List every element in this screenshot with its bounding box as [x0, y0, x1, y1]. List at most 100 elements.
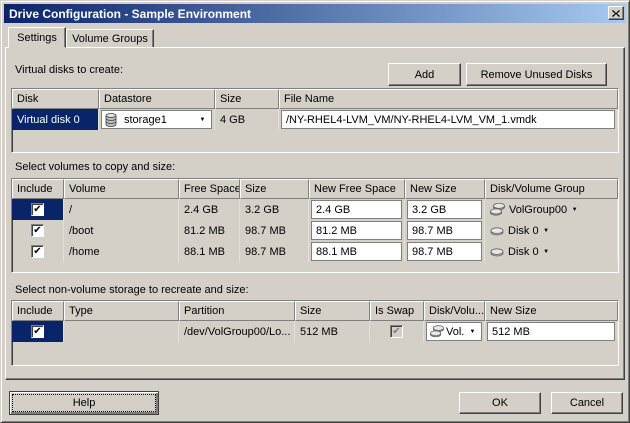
file-name-input[interactable]: /NY-RHEL4-LVM_VM/NY-RHEL4-LVM_VM_1.vmdk — [281, 110, 615, 129]
new-size-input[interactable]: 98.7 MB — [407, 242, 482, 261]
new-size-cell: 98.7 MB — [405, 220, 485, 241]
virtual-disks-header: Disk Datastore Size File Name — [12, 89, 618, 109]
table-row[interactable]: ✔ / 2.4 GB 3.2 GB 2.4 GB 3.2 GB VolGroup… — [12, 199, 618, 220]
include-cell: ✔ — [12, 199, 64, 220]
is-swap-checkbox: ✔ — [390, 325, 403, 338]
new-free-space-cell: 2.4 GB — [309, 199, 405, 220]
non-volume-header: Include Type Partition Size Is Swap Disk… — [12, 301, 618, 321]
column-header-volume: Volume — [64, 179, 179, 199]
help-button-label: Help — [73, 397, 96, 409]
tab-settings[interactable]: Settings — [8, 27, 66, 48]
ok-button-label: OK — [492, 397, 508, 409]
type-cell — [64, 321, 179, 342]
disk-volume-group-value: Disk 0 — [508, 246, 539, 258]
column-header-size: Size — [295, 301, 370, 321]
new-free-space-cell: 88.1 MB — [309, 241, 405, 262]
table-row[interactable]: ✔ /home 88.1 MB 98.7 MB 88.1 MB 98.7 MB … — [12, 241, 618, 262]
file-name-cell: /NY-RHEL4-LVM_VM/NY-RHEL4-LVM_VM_1.vmdk — [279, 109, 618, 130]
volume-cell: /home — [64, 241, 179, 262]
disk-volume-group-cell: Vol... ▼ — [424, 321, 485, 342]
include-cell: ✔ — [12, 241, 64, 262]
include-checkbox[interactable]: ✔ — [31, 224, 44, 237]
size-cell: 98.7 MB — [240, 220, 309, 241]
free-space-cell: 88.1 MB — [179, 241, 240, 262]
drive-configuration-dialog: Drive Configuration - Sample Environment… — [0, 0, 630, 423]
tab-volume-groups-label: Volume Groups — [72, 33, 148, 45]
ok-button[interactable]: OK — [459, 392, 541, 414]
add-button[interactable]: Add — [388, 63, 461, 86]
help-button[interactable]: Help — [9, 391, 159, 415]
virtual-disks-table: Disk Datastore Size File Name Virtual di… — [11, 88, 619, 153]
column-header-new-free-space: New Free Space — [309, 179, 405, 199]
column-header-file-name: File Name — [279, 89, 618, 109]
new-size-cell: 3.2 GB — [405, 199, 485, 220]
column-header-size: Size — [240, 179, 309, 199]
column-header-free-space: Free Space — [179, 179, 240, 199]
column-header-disk: Disk — [12, 89, 99, 109]
size-cell: 3.2 GB — [240, 199, 309, 220]
disk-volume-group-cell: Disk 0 ▼ — [485, 241, 618, 262]
close-button[interactable] — [608, 6, 624, 20]
remove-unused-disks-button[interactable]: Remove Unused Disks — [466, 63, 607, 86]
column-header-partition: Partition — [179, 301, 295, 321]
table-row[interactable]: ✔ /boot 81.2 MB 98.7 MB 81.2 MB 98.7 MB … — [12, 220, 618, 241]
virtual-disks-label: Virtual disks to create: — [15, 64, 123, 76]
close-icon — [612, 10, 620, 17]
volume-cell: / — [64, 199, 179, 220]
volumes-table: Include Volume Free Space Size New Free … — [11, 178, 619, 273]
include-cell: ✔ — [12, 321, 64, 342]
table-row[interactable]: Virtual disk 0 storage1 ▼ 4 GB /NY-RHEL4… — [12, 109, 618, 130]
disk-icon — [490, 226, 504, 236]
new-size-input[interactable]: 3.2 GB — [407, 200, 482, 219]
new-size-input[interactable]: 98.7 MB — [407, 221, 482, 240]
non-volume-label: Select non-volume storage to recreate an… — [15, 284, 249, 296]
is-swap-cell: ✔ — [370, 321, 424, 342]
free-space-cell: 2.4 GB — [179, 199, 240, 220]
window-title: Drive Configuration - Sample Environment — [9, 7, 251, 21]
column-header-include: Include — [12, 179, 64, 199]
chevron-down-icon[interactable]: ▼ — [539, 244, 554, 259]
volumes-label: Select volumes to copy and size: — [15, 161, 175, 173]
volume-group-icon — [490, 203, 505, 216]
column-header-new-size: New Size — [485, 301, 618, 321]
titlebar[interactable]: Drive Configuration - Sample Environment — [4, 4, 626, 23]
disk-name-cell[interactable]: Virtual disk 0 — [12, 109, 99, 130]
non-volume-table: Include Type Partition Size Is Swap Disk… — [11, 300, 619, 366]
chevron-down-icon[interactable]: ▼ — [465, 324, 480, 339]
disk-volume-group-value: VolGroup00 — [509, 204, 567, 216]
datastore-value: storage1 — [121, 114, 195, 126]
new-free-space-input[interactable]: 81.2 MB — [311, 221, 402, 240]
disk-icon — [490, 247, 504, 257]
volume-group-icon — [430, 325, 444, 338]
disk-volume-group-cell: Disk 0 ▼ — [485, 220, 618, 241]
column-header-disk-volume-group: Disk/Volume Group — [485, 179, 618, 199]
column-header-include: Include — [12, 301, 64, 321]
include-cell: ✔ — [12, 220, 64, 241]
new-free-space-input[interactable]: 2.4 GB — [311, 200, 402, 219]
table-row[interactable]: ✔ /dev/VolGroup00/Lo... 512 MB ✔ Vol... … — [12, 321, 618, 342]
column-header-disk-volu: Disk/Volu... — [424, 301, 485, 321]
chevron-down-icon[interactable]: ▼ — [539, 223, 554, 238]
include-checkbox[interactable]: ✔ — [31, 245, 44, 258]
disk-volume-combobox[interactable]: Vol... ▼ — [426, 322, 482, 341]
partition-cell: /dev/VolGroup00/Lo... — [179, 321, 295, 342]
new-free-space-cell: 81.2 MB — [309, 220, 405, 241]
datastore-icon — [105, 113, 117, 127]
new-size-cell: 98.7 MB — [405, 241, 485, 262]
include-checkbox[interactable]: ✔ — [31, 325, 44, 338]
tab-volume-groups[interactable]: Volume Groups — [66, 29, 154, 48]
size-cell: 512 MB — [295, 321, 370, 342]
add-button-label: Add — [415, 69, 435, 81]
datastore-combobox[interactable]: storage1 ▼ — [101, 110, 212, 129]
column-header-is-swap: Is Swap — [370, 301, 424, 321]
include-checkbox[interactable]: ✔ — [31, 203, 44, 216]
chevron-down-icon[interactable]: ▼ — [195, 112, 210, 127]
remove-unused-disks-label: Remove Unused Disks — [481, 69, 593, 81]
cancel-button-label: Cancel — [570, 397, 604, 409]
new-size-cell: 512 MB — [485, 321, 618, 342]
disk-volume-group-value: Disk 0 — [508, 225, 539, 237]
new-free-space-input[interactable]: 88.1 MB — [311, 242, 402, 261]
cancel-button[interactable]: Cancel — [551, 392, 623, 414]
new-size-input[interactable]: 512 MB — [487, 322, 615, 341]
chevron-down-icon[interactable]: ▼ — [567, 202, 582, 217]
